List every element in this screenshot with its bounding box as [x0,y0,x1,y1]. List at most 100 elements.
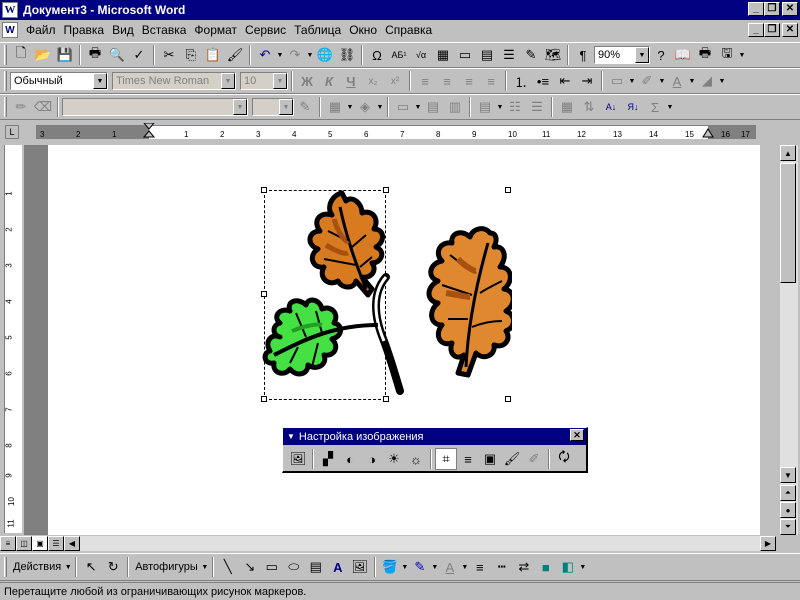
align-top-icon[interactable]: ▤ [474,96,496,118]
align-dropdown-icon[interactable]: ▼ [496,104,504,111]
toolbar-grip[interactable] [4,97,7,117]
menu-window[interactable]: Окно [345,23,381,37]
insert-table-dropdown-icon[interactable]: ▼ [414,104,422,111]
tab-stop-selector[interactable]: L [5,125,19,139]
more-buttons-icon[interactable]: ◢ [696,70,718,92]
numbering-icon[interactable]: ⒈ [510,70,532,92]
sort-ascending-icon[interactable]: А↓ [600,96,622,118]
chevron-down-icon[interactable]: ▼ [93,73,107,89]
autoshapes-menu-button[interactable]: Автофигуры [132,561,201,573]
justify-icon[interactable]: ≡ [480,70,502,92]
copy-icon[interactable]: ⎘ [180,44,202,66]
oval-icon[interactable]: ⬭ [283,556,305,578]
highlight-icon[interactable]: ✐ [636,70,658,92]
zoom-select[interactable]: 90% ▼ [594,46,650,64]
redo-dropdown-icon[interactable]: ▼ [306,52,314,59]
increase-indent-icon[interactable]: ⇥ [576,70,598,92]
autoshapes-dropdown-icon[interactable]: ▼ [201,564,209,571]
open-folder-icon[interactable]: 📂 [32,44,54,66]
bullets-icon[interactable]: •≡ [532,70,554,92]
line-style-icon-2[interactable]: ≡ [457,448,479,470]
scroll-up-button[interactable]: ▲ [780,145,796,161]
outline-view-button[interactable]: ☰ [48,536,64,551]
toolbar-grip[interactable] [4,45,7,65]
print-icon[interactable]: 🖶 [84,44,106,66]
actions-menu-button[interactable]: Действия [10,561,64,573]
image-control-icon[interactable]: ▞ [317,448,339,470]
document-icon[interactable]: W [2,22,18,38]
close-button[interactable]: ✕ [782,2,798,16]
align-center-icon[interactable]: ≡ [436,70,458,92]
style-select[interactable]: Обычный ▼ [10,72,108,90]
menu-help[interactable]: Справка [381,23,436,37]
chevron-down-icon[interactable]: ▼ [273,73,287,89]
distribute-columns-icon[interactable]: ☰ [526,96,548,118]
menu-table[interactable]: Таблица [290,23,345,37]
word-icon[interactable]: W [2,2,18,18]
border-color-icon[interactable]: ✎ [294,96,316,118]
minimize-button[interactable]: _ [748,2,764,16]
oak-leaves-clipart[interactable] [262,185,512,405]
symbol-icon[interactable]: Ω [366,44,388,66]
ruler-strip[interactable]: 3 2 1 1 2 3 4 5 6 7 8 9 10 11 12 13 14 1… [36,123,756,139]
doc-close-button[interactable]: ✕ [782,23,798,37]
insert-picture-icon[interactable]: 🖼 [287,448,309,470]
vertical-ruler[interactable]: 1 2 3 4 5 6 7 8 9 10 11 [4,145,22,533]
font-select[interactable]: Times New Roman ▼ [112,72,236,90]
new-document-icon[interactable]: 🗋 [10,44,32,66]
wordart-icon[interactable]: A [327,556,349,578]
hyperlink-icon[interactable]: 🌐 [314,44,336,66]
web-view-button[interactable]: ◫ [16,536,32,551]
export-icon[interactable]: 🖫 [716,44,738,66]
font-color-icon-2[interactable]: A [439,556,461,578]
clipart-icon[interactable]: 🖼 [349,556,371,578]
cut-icon[interactable]: ✂ [158,44,180,66]
save-icon[interactable]: 💾 [54,44,76,66]
line-style-icon[interactable]: ≡ [469,556,491,578]
less-contrast-icon[interactable]: ◑ [361,448,383,470]
italic-button[interactable]: К [318,70,340,92]
line-weight-select[interactable]: ▼ [252,98,294,116]
outside-border-icon[interactable]: ▦ [324,96,346,118]
show-hide-icon[interactable]: ¶ [572,44,594,66]
document-page[interactable] [48,145,760,535]
toolbar-menu-icon[interactable]: ▼ [287,432,295,441]
more-contrast-icon[interactable]: ◐ [339,448,361,470]
document-map-icon[interactable]: 🗺 [542,44,564,66]
equation-icon[interactable]: √α [410,44,432,66]
undo-dropdown-icon[interactable]: ▼ [276,52,284,59]
font-size-select[interactable]: 10 ▼ [240,72,288,90]
line-color-icon[interactable]: ✎ [409,556,431,578]
highlight-dropdown-icon[interactable]: ▼ [658,78,666,85]
shading-dropdown-icon[interactable]: ▼ [376,104,384,111]
toolbar-grip[interactable] [4,557,7,577]
columns-icon[interactable]: ☰ [498,44,520,66]
font-color-dropdown-icon-2[interactable]: ▼ [461,564,469,571]
indent-marker-icon[interactable] [143,123,155,143]
split-cells-icon[interactable]: ▥ [444,96,466,118]
undo-icon[interactable]: ↶ [254,44,276,66]
chevron-down-icon[interactable]: ▼ [221,73,235,89]
picture-toolbar-title-bar[interactable]: ▼ Настройка изображения ✕ [283,428,586,445]
format-painter-icon[interactable]: 🖌 [224,44,246,66]
shading-icon[interactable]: ◈ [354,96,376,118]
toolbar-options-icon[interactable]: ▼ [579,564,587,571]
toolbar-options-icon[interactable]: ▼ [738,52,746,59]
print-layout-button[interactable]: ▣ [32,536,48,551]
crop-icon[interactable]: ⌗ [435,448,457,470]
vertical-scrollbar[interactable]: ▲ ▼ ⏶ ● ⏷ [780,145,798,535]
table-autoformat-icon[interactable]: ▦ [556,96,578,118]
line-color-dropdown-icon[interactable]: ▼ [431,564,439,571]
picture-toolbar[interactable]: ▼ Настройка изображения ✕ 🖼 ▞ ◐ ◑ ☀ ☼ ⌗ … [282,427,588,473]
chevron-down-icon[interactable]: ▼ [635,47,649,63]
menu-file[interactable]: Файл [22,23,60,37]
scroll-thumb[interactable] [780,163,796,283]
subscript-icon[interactable]: x₂ [362,70,384,92]
select-objects-icon[interactable]: ↖ [80,556,102,578]
doc-minimize-button[interactable]: _ [748,23,764,37]
font-color-icon[interactable]: A [666,70,688,92]
arrow-icon[interactable]: ↘ [239,556,261,578]
autosum-icon[interactable]: Σ [644,96,666,118]
distribute-rows-icon[interactable]: ☷ [504,96,526,118]
line-icon[interactable]: ╲ [217,556,239,578]
